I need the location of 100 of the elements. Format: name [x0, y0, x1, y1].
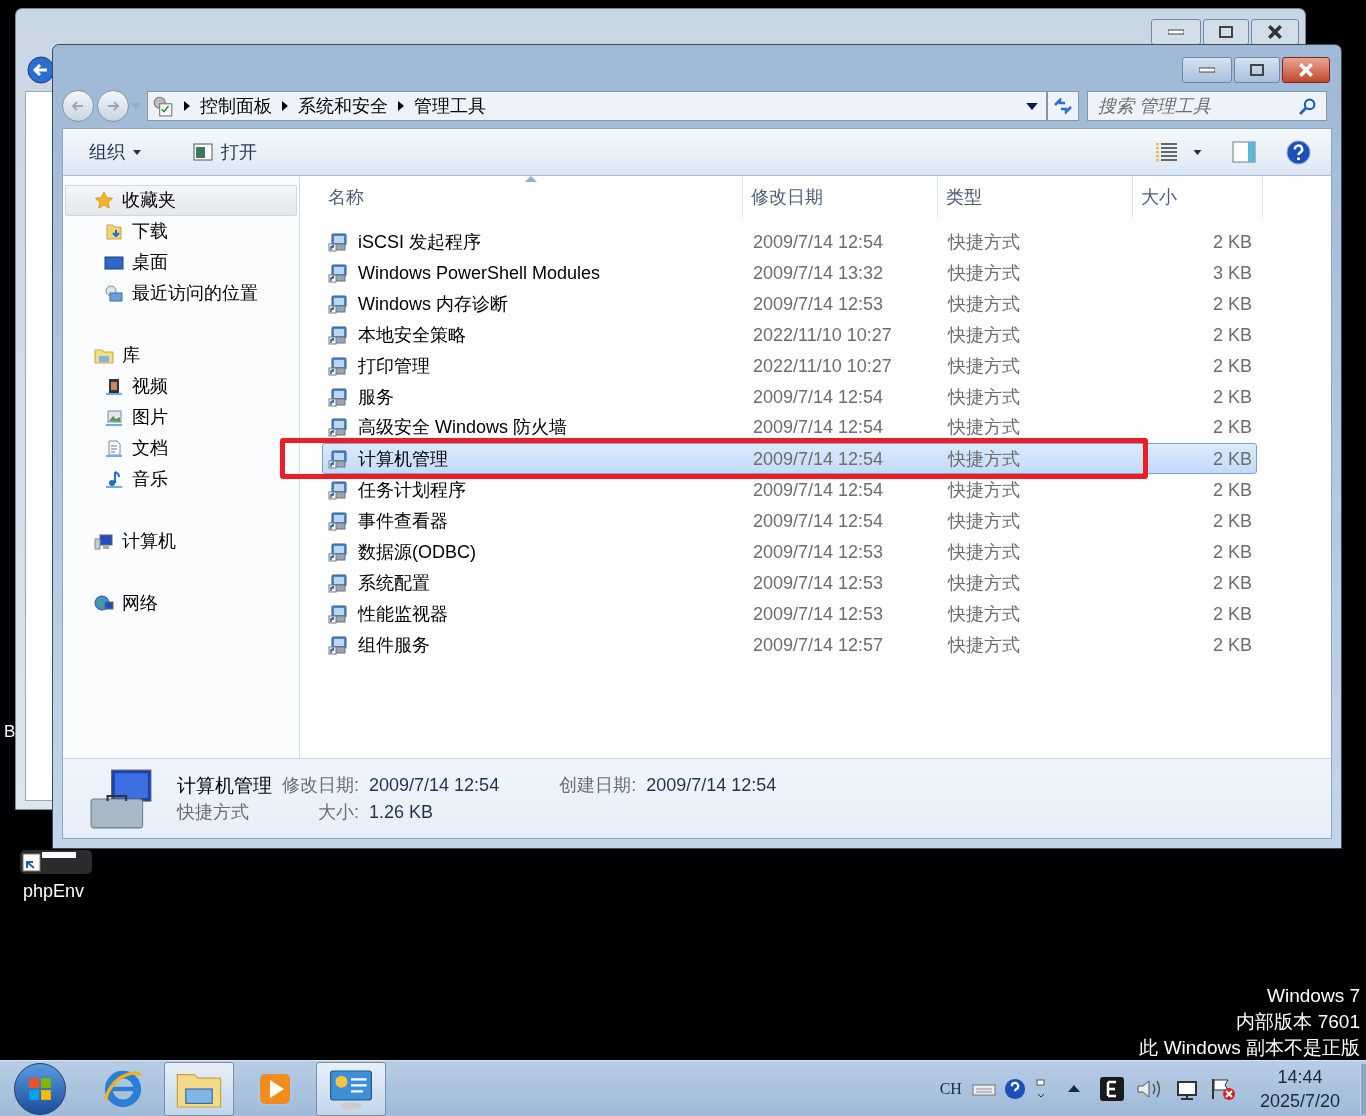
chevron-right-icon[interactable]	[398, 101, 404, 111]
details-value: 2009/7/14 12:54	[369, 773, 500, 797]
column-header[interactable]: 修改日期	[743, 176, 938, 218]
sidebar-item[interactable]: 收藏夹	[65, 185, 297, 216]
file-row[interactable]: Windows 内存诊断 2009/7/14 12:53 快捷方式 2 KB	[322, 288, 1257, 319]
sidebar-item[interactable]: 视频	[65, 371, 297, 402]
minimize-icon	[1168, 29, 1184, 35]
dropdown-arrow-icon	[1193, 149, 1202, 155]
file-row[interactable]: 打印管理 2022/11/10 10:27 快捷方式 2 KB	[322, 350, 1257, 381]
program-shortcut-icon	[328, 293, 348, 314]
file-row[interactable]: iSCSI 发起程序 2009/7/14 12:54 快捷方式 2 KB	[322, 226, 1257, 257]
file-name: 高级安全 Windows 防火墙	[358, 417, 568, 437]
chevron-right-icon[interactable]	[184, 101, 190, 111]
program-shortcut-icon	[328, 262, 348, 283]
file-size: 2 KB	[1211, 448, 1253, 469]
breadcrumb-item[interactable]: 管理工具	[414, 92, 486, 120]
program-shortcut-icon	[328, 634, 348, 655]
address-bar[interactable]: 控制面板 系统和安全 管理工具	[147, 91, 1047, 121]
file-type: 快捷方式	[946, 417, 1021, 437]
sidebar-item[interactable]: 音乐	[65, 464, 297, 495]
file-size: 3 KB	[1211, 262, 1253, 283]
file-type: 快捷方式	[946, 355, 1021, 376]
column-header[interactable]: 类型	[938, 176, 1133, 218]
sidebar-item[interactable]: 网络	[65, 588, 297, 619]
watermark-text: 内部版本 7601	[1236, 1010, 1360, 1034]
volume-icon[interactable]	[1135, 1077, 1162, 1100]
taskbar-button[interactable]	[316, 1061, 386, 1116]
shortcut-icon[interactable]	[20, 850, 92, 874]
details-label: 大小:	[317, 800, 359, 824]
chevron-right-icon[interactable]	[282, 101, 288, 111]
sidebar-item[interactable]: 库	[65, 340, 297, 371]
maximize-button[interactable]	[1234, 57, 1280, 83]
picture-icon	[104, 407, 124, 428]
file-row[interactable]: 本地安全策略 2022/11/10 10:27 快捷方式 2 KB	[322, 319, 1257, 350]
language-indicator[interactable]: CH	[939, 1076, 962, 1101]
open-button[interactable]: 打开	[187, 136, 263, 168]
file-row[interactable]: 数据源(ODBC) 2009/7/14 12:53 快捷方式 2 KB	[322, 536, 1257, 567]
column-header[interactable]: 名称	[320, 176, 743, 218]
show-hidden-icons-icon[interactable]	[1067, 1085, 1080, 1092]
file-size: 2 KB	[1211, 324, 1253, 345]
help-button[interactable]	[1286, 139, 1311, 165]
file-size: 2 KB	[1211, 572, 1253, 593]
details-view-icon	[1155, 142, 1179, 162]
download-folder-icon	[104, 221, 124, 242]
window-icon	[193, 143, 213, 161]
maximize-icon	[1250, 64, 1264, 76]
sidebar-item[interactable]: 文档	[65, 433, 297, 464]
search-icon	[1299, 97, 1316, 115]
file-name: 打印管理	[358, 355, 430, 376]
file-date: 2009/7/14 12:53	[752, 572, 885, 593]
breadcrumb-item[interactable]: 控制面板	[200, 92, 272, 120]
sidebar-item[interactable]: 下载	[65, 216, 297, 247]
sidebar-item[interactable]: 桌面	[65, 247, 297, 278]
refresh-button[interactable]	[1047, 91, 1079, 121]
clock[interactable]: 14:44 2025/7/20	[1259, 1064, 1340, 1113]
file-row[interactable]: 服务 2009/7/14 12:54 快捷方式 2 KB	[322, 381, 1257, 412]
file-row[interactable]: 计算机管理 2009/7/14 12:54 快捷方式 2 KB	[322, 443, 1257, 474]
file-type: 快捷方式	[946, 386, 1021, 407]
organize-menu-button[interactable]: 组织	[83, 136, 147, 168]
maximize-icon	[1219, 26, 1233, 38]
file-row[interactable]: 系统配置 2009/7/14 12:53 快捷方式 2 KB	[322, 567, 1257, 598]
file-type: 快捷方式	[946, 480, 1021, 500]
recent-places-icon	[104, 283, 124, 304]
file-row[interactable]: 任务计划程序 2009/7/14 12:54 快捷方式 2 KB	[322, 479, 1257, 505]
dropdown-arrow-icon	[133, 149, 141, 155]
taskbar-button[interactable]	[164, 1061, 234, 1116]
close-button[interactable]	[1282, 57, 1330, 83]
file-name: iSCSI 发起程序	[358, 231, 481, 252]
search-field[interactable]: 搜索 管理工具	[1087, 91, 1327, 121]
preview-pane-icon	[1232, 141, 1256, 163]
help-icon[interactable]	[1003, 1077, 1026, 1100]
file-date: 2009/7/14 12:53	[752, 293, 885, 314]
minimize-button[interactable]	[1151, 19, 1201, 45]
file-type: 快捷方式	[946, 262, 1021, 283]
start-button[interactable]	[14, 1062, 66, 1115]
flag-error-icon[interactable]	[1209, 1076, 1236, 1101]
sidebar-item[interactable]: 最近访问的位置	[65, 278, 297, 309]
file-row[interactable]: Windows PowerShell Modules 2009/7/14 13:32 快捷方式 3 KB	[322, 257, 1257, 288]
breadcrumb-item[interactable]: 系统和安全	[298, 92, 388, 120]
maximize-button[interactable]	[1203, 19, 1249, 45]
program-shortcut-icon	[328, 324, 348, 345]
file-name: 任务计划程序	[358, 480, 466, 500]
program-shortcut-icon	[328, 231, 348, 252]
column-header[interactable]: 大小	[1133, 176, 1263, 218]
letter-key-icon[interactable]	[1099, 1076, 1124, 1101]
file-row[interactable]: 组件服务 2009/7/14 12:57 快捷方式 2 KB	[322, 629, 1257, 660]
sidebar-item[interactable]: 计算机	[65, 526, 297, 557]
view-options-button[interactable]	[1155, 142, 1202, 162]
dropdown-arrow-icon[interactable]	[1026, 102, 1038, 110]
shortcut-label[interactable]: phpEnv	[23, 878, 85, 905]
file-row[interactable]: 性能监视器 2009/7/14 12:53 快捷方式 2 KB	[322, 598, 1257, 629]
options-icon[interactable]	[1035, 1077, 1046, 1100]
file-date: 2009/7/14 12:53	[752, 541, 885, 562]
close-icon	[1298, 63, 1314, 77]
sidebar-item[interactable]: 图片	[65, 402, 297, 433]
program-shortcut-icon	[328, 448, 348, 469]
file-row[interactable]: 事件查看器 2009/7/14 12:54 快捷方式 2 KB	[322, 505, 1257, 536]
file-row[interactable]: 高级安全 Windows 防火墙 2009/7/14 12:54 快捷方式 2 KB	[322, 412, 1257, 438]
close-button[interactable]	[1251, 19, 1299, 45]
refresh-arrows-icon	[1053, 98, 1073, 114]
